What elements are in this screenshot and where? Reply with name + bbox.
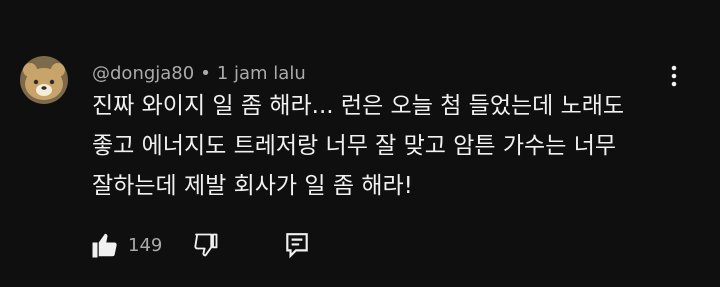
comment-timestamp[interactable]: 1 jam lalu (217, 63, 306, 84)
more-vertical-icon (671, 65, 677, 87)
author-name[interactable]: @dongja80 (92, 63, 194, 84)
comment-header: @dongja80 • 1 jam lalu (92, 61, 306, 85)
like-button[interactable] (90, 230, 120, 260)
comment-menu-button[interactable] (662, 62, 686, 90)
reply-button[interactable] (284, 231, 310, 259)
comment-thread: @dongja80 • 1 jam lalu 진짜 와이지 일 좀 해라... … (0, 0, 720, 287)
bear-face-icon (20, 56, 68, 104)
reply-comment-icon (286, 233, 309, 259)
thumbs-down-icon (194, 233, 218, 257)
comment-actions: 149 (90, 228, 310, 262)
dislike-button[interactable] (192, 231, 220, 259)
author-avatar[interactable] (20, 56, 68, 104)
like-count: 149 (128, 234, 163, 256)
separator-dot: • (200, 62, 211, 84)
thumbs-up-icon (92, 233, 117, 258)
comment-text: 진짜 와이지 일 좀 해라... 런은 오늘 첨 들었는데 노래도 좋고 에너지… (92, 93, 625, 199)
